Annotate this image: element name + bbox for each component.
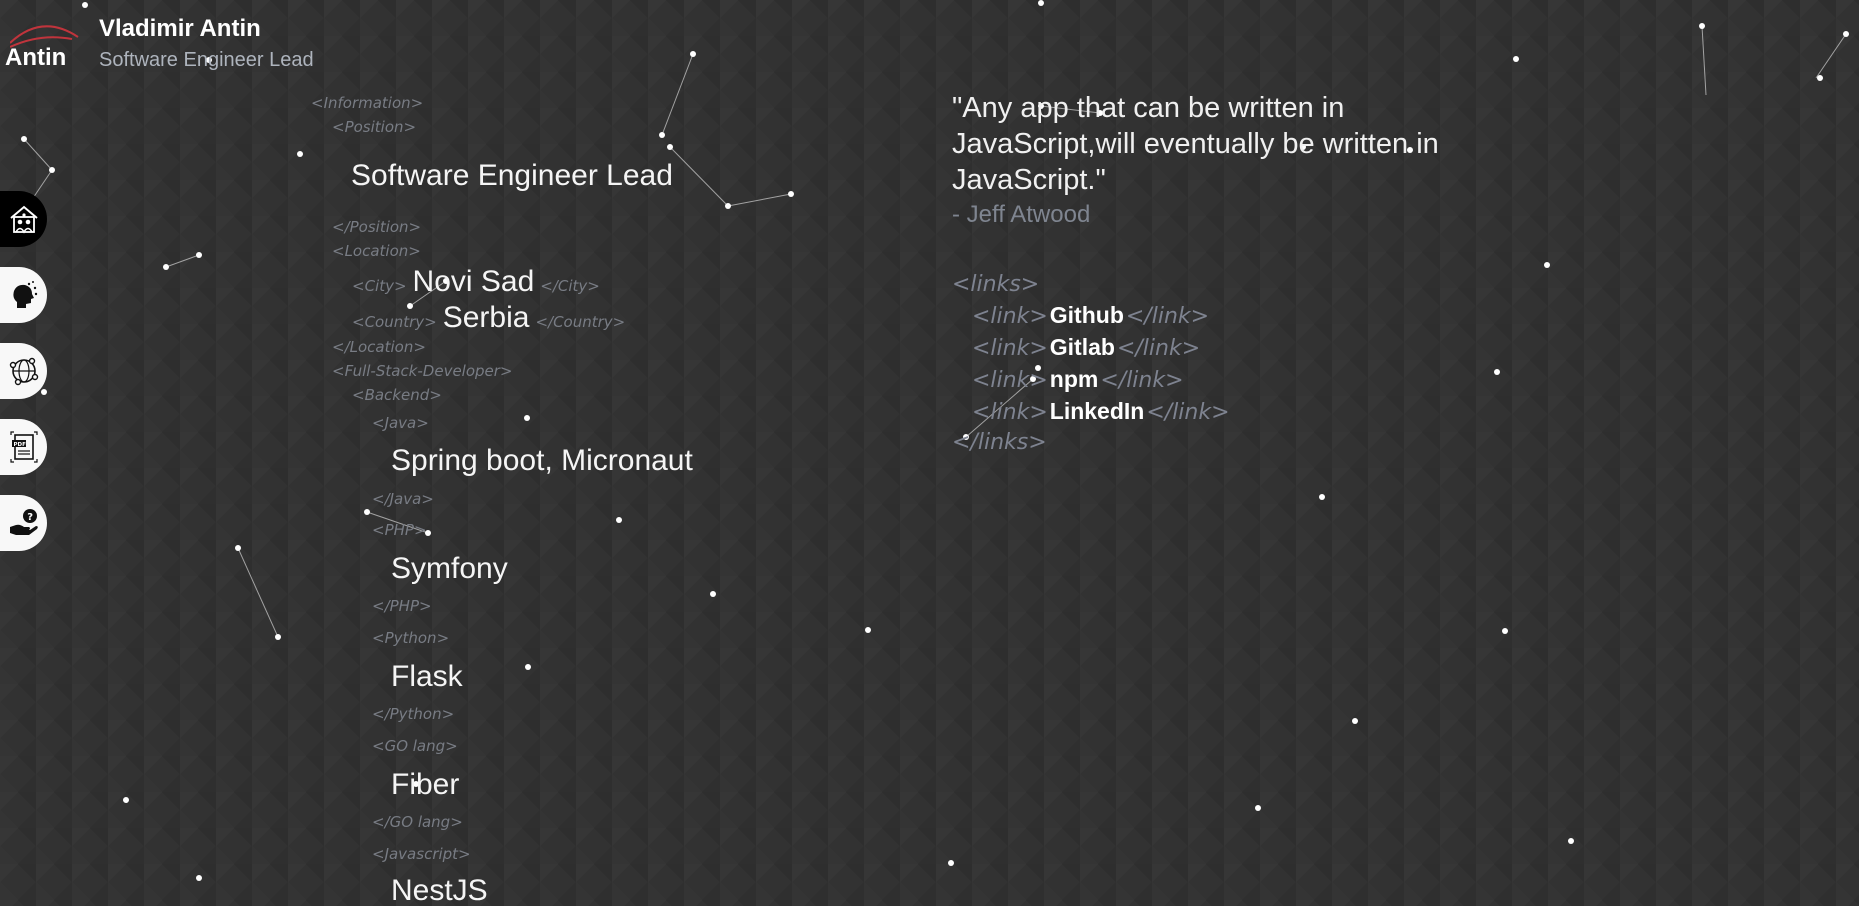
tag-link-open: <link>: [972, 368, 1048, 393]
tag-python-open: <Python>: [372, 629, 450, 647]
npm-link[interactable]: npm: [1050, 366, 1099, 393]
tag-links-close: </links>: [952, 430, 1047, 455]
quote-author: - Jeff Atwood: [952, 201, 1091, 228]
constellation-line: [1815, 33, 1847, 79]
java-value: Spring boot, Micronaut: [391, 444, 693, 477]
star-dot: [1038, 0, 1044, 6]
tag-city-open: <City>: [352, 277, 407, 295]
tag-position-open: <Position>: [332, 118, 417, 136]
tag-link-open: <link>: [972, 336, 1048, 361]
tag-php-open: <PHP>: [372, 521, 427, 539]
star-dot: [1255, 805, 1261, 811]
information-code-block: <Information> <Position> Software Engine…: [0, 0, 760, 906]
javascript-value: NestJS: [391, 874, 488, 906]
star-dot: [1494, 369, 1500, 375]
country-value: Serbia: [442, 301, 530, 334]
tag-link-close: </link>: [1116, 336, 1201, 361]
github-link[interactable]: Github: [1050, 302, 1124, 329]
tag-link-open: <link>: [972, 304, 1048, 329]
star-dot: [1502, 628, 1508, 634]
tag-go-open: <GO lang>: [372, 737, 458, 755]
city-value: Novi Sad: [412, 265, 535, 298]
tag-link-close: </link>: [1146, 400, 1230, 425]
tag-location-open: <Location>: [332, 242, 421, 260]
tag-position-close: </Position>: [332, 218, 422, 236]
tag-links-open: <links>: [952, 272, 1040, 297]
tag-javascript-open: <Javascript>: [372, 845, 471, 863]
link-row-gitlab: <link> Gitlab </link>: [972, 334, 1230, 366]
tag-java-close: </Java>: [372, 490, 434, 508]
quote-text: "Any app that can be written in JavaScri…: [952, 92, 1439, 196]
tag-go-close: </GO lang>: [372, 813, 463, 831]
go-value: Fiber: [391, 768, 460, 801]
star-dot: [1843, 31, 1849, 37]
tag-country-close: </Country>: [535, 313, 626, 331]
tag-city-close: </City>: [540, 277, 600, 295]
tag-link-close: </link>: [1125, 304, 1210, 329]
city-row: <City> Novi Sad </City>: [352, 265, 600, 299]
position-value: Software Engineer Lead: [351, 159, 673, 192]
star-dot: [788, 191, 794, 197]
star-dot: [948, 860, 954, 866]
php-value: Symfony: [391, 552, 508, 585]
tag-fullstack-open: <Full-Stack-Developer>: [332, 362, 513, 380]
gitlab-link[interactable]: Gitlab: [1050, 334, 1115, 361]
country-row: <Country> Serbia </Country>: [352, 301, 625, 335]
links-block: <links> <link> Github </link> <link> Git…: [952, 272, 1230, 460]
tag-php-close: </PHP>: [372, 597, 432, 615]
tag-java-open: <Java>: [372, 414, 429, 432]
star-dot: [865, 627, 871, 633]
tag-location-close: </Location>: [332, 338, 426, 356]
tag-link-open: <link>: [972, 400, 1048, 425]
star-dot: [1817, 75, 1823, 81]
star-dot: [1544, 262, 1550, 268]
python-value: Flask: [391, 660, 463, 693]
tag-link-close: </link>: [1100, 368, 1184, 393]
tag-information-open: <Information>: [311, 94, 424, 112]
constellation-line: [1701, 25, 1707, 96]
star-dot: [1513, 56, 1519, 62]
star-dot: [1568, 838, 1574, 844]
tag-country-open: <Country>: [352, 313, 437, 331]
link-row-github: <link> Github </link>: [972, 302, 1230, 334]
link-row-linkedin: <link> LinkedIn </link>: [972, 398, 1230, 430]
link-row-npm: <link> npm </link>: [972, 366, 1230, 398]
tag-backend-open: <Backend>: [352, 386, 442, 404]
star-dot: [1352, 718, 1358, 724]
star-dot: [1319, 494, 1325, 500]
star-dot: [1699, 23, 1705, 29]
tag-python-close: </Python>: [372, 705, 455, 723]
linkedin-link[interactable]: LinkedIn: [1050, 398, 1145, 425]
